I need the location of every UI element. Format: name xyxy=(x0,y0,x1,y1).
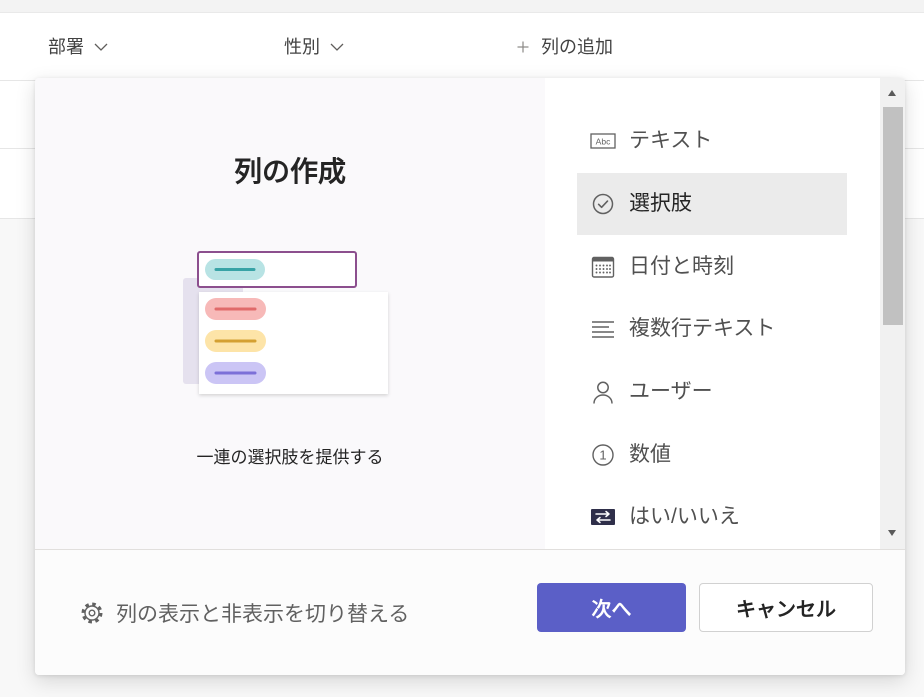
person-icon xyxy=(593,381,613,404)
column-header-row: 部署 性別 列の追加 xyxy=(0,13,924,80)
check-circle-icon xyxy=(592,193,614,215)
column-type-label: はい/いいえ xyxy=(629,505,740,529)
dialog-footer: 列の表示と非表示を切り替える 次へ キャンセル xyxy=(35,549,905,675)
scroll-down-arrow-icon[interactable] xyxy=(888,530,896,536)
column-header-department[interactable]: 部署 xyxy=(48,34,108,60)
gear-icon xyxy=(81,602,103,624)
multiline-text-icon xyxy=(592,321,614,339)
column-type-number[interactable]: 1 数値 xyxy=(577,423,847,486)
chevron-down-icon xyxy=(94,43,108,51)
add-column-label: 列の追加 xyxy=(541,37,613,57)
top-strip xyxy=(0,0,924,13)
column-type-yes-no[interactable]: はい/いいえ xyxy=(577,486,847,549)
number-icon: 1 xyxy=(592,444,614,466)
cancel-button[interactable]: キャンセル xyxy=(699,583,873,632)
column-type-label: 日付と時刻 xyxy=(629,254,734,278)
column-type-list-panel: Abc テキスト 選択肢 日付と時刻 複数行テキスト ユーザー 1 数値 はい/… xyxy=(545,78,880,549)
scrollbar[interactable] xyxy=(880,78,905,549)
toggle-columns-label: 列の表示と非表示を切り替える xyxy=(116,603,410,626)
chevron-down-icon xyxy=(330,43,344,51)
column-type-multiline-text[interactable]: 複数行テキスト xyxy=(577,298,847,361)
toggle-columns-link[interactable]: 列の表示と非表示を切り替える xyxy=(80,600,409,626)
column-header-label: 部署 xyxy=(48,37,84,57)
column-type-label: テキスト xyxy=(629,129,713,153)
next-button[interactable]: 次へ xyxy=(537,583,686,632)
svg-text:1: 1 xyxy=(599,447,606,462)
column-type-date-time[interactable]: 日付と時刻 xyxy=(577,235,847,298)
svg-text:Abc: Abc xyxy=(596,137,611,147)
yes-no-toggle-icon xyxy=(591,509,615,526)
scroll-thumb[interactable] xyxy=(882,107,903,325)
text-icon: Abc xyxy=(590,133,616,149)
column-type-list: Abc テキスト 選択肢 日付と時刻 複数行テキスト ユーザー 1 数値 はい/… xyxy=(577,110,847,549)
column-header-gender[interactable]: 性別 xyxy=(284,34,344,60)
column-type-label: 複数行テキスト xyxy=(629,317,776,341)
column-type-label: 選択肢 xyxy=(629,192,692,216)
calendar-icon xyxy=(591,256,615,278)
column-type-text[interactable]: Abc テキスト xyxy=(577,110,847,173)
dialog-title: 列の作成 xyxy=(233,156,346,187)
column-type-choice[interactable]: 選択肢 xyxy=(577,172,847,236)
page: 部署 性別 列の追加 列の作成 一連の選択肢を提供する Abc テキスト 選択肢… xyxy=(0,0,924,697)
column-header-label: 性別 xyxy=(284,37,320,57)
scroll-up-arrow-icon[interactable] xyxy=(888,90,896,96)
column-type-person[interactable]: ユーザー xyxy=(577,361,847,424)
column-type-description: 一連の選択肢を提供する xyxy=(196,448,384,467)
plus-icon xyxy=(517,41,529,53)
create-column-dialog: 列の作成 一連の選択肢を提供する Abc テキスト 選択肢 日付と時刻 複数行テ… xyxy=(35,78,905,675)
choice-illustration xyxy=(183,251,388,394)
column-type-label: ユーザー xyxy=(629,380,713,404)
add-column-button[interactable]: 列の追加 xyxy=(517,34,613,60)
column-type-preview: 列の作成 一連の選択肢を提供する xyxy=(35,78,545,549)
column-type-label: 数値 xyxy=(629,442,671,466)
